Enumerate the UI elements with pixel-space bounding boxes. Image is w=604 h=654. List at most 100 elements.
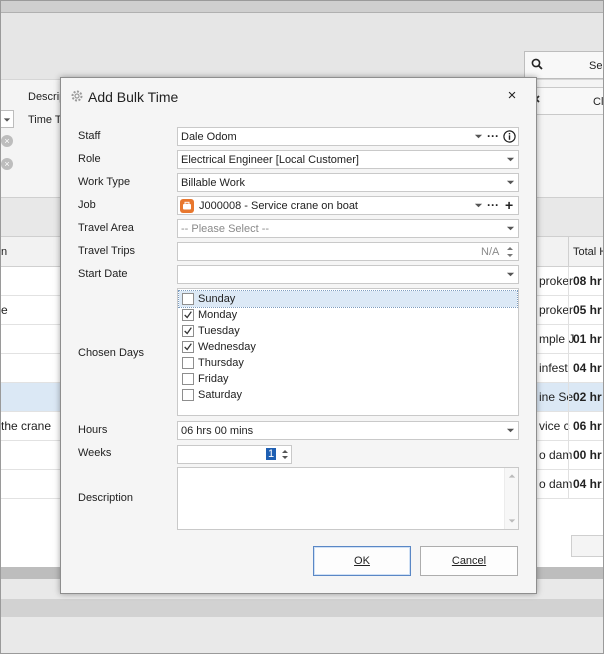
spinner-icon[interactable] xyxy=(279,446,291,463)
row-total-cell: 04 hr xyxy=(573,361,602,375)
chevron-down-icon[interactable] xyxy=(506,155,515,164)
sunday-checkbox[interactable] xyxy=(182,293,194,305)
row-total-cell: 01 hr xyxy=(573,332,602,346)
checkmark-icon xyxy=(184,311,192,319)
travel-trips-label: Travel Trips xyxy=(78,245,136,257)
day-label: Thursday xyxy=(198,357,244,369)
weeks-value[interactable]: 1 xyxy=(266,448,277,460)
job-dropdown[interactable]: J000008 - Service crane on boat ··· + xyxy=(177,196,519,215)
monday-checkbox[interactable] xyxy=(182,309,194,321)
checkmark-icon xyxy=(184,343,192,351)
row-mid-cell: vice c xyxy=(539,419,570,433)
role-dropdown[interactable]: Electrical Engineer [Local Customer] xyxy=(177,150,519,169)
staff-dropdown[interactable]: Dale Odom ··· xyxy=(177,127,519,146)
grid-header-cell: n xyxy=(1,246,8,258)
row-total-cell: 08 hr xyxy=(573,274,602,288)
description-scrollbar[interactable] xyxy=(504,468,518,529)
more-options-icon[interactable]: ··· xyxy=(487,198,499,212)
thursday-checkbox[interactable] xyxy=(182,357,194,369)
work-type-dropdown[interactable]: Billable Work xyxy=(177,173,519,192)
footer-band xyxy=(1,599,603,617)
description-label: Description xyxy=(78,492,134,504)
day-item-friday[interactable]: Friday xyxy=(179,371,517,387)
job-value: J000008 - Service crane on boat xyxy=(199,200,358,212)
search-button[interactable]: Sea xyxy=(524,51,603,79)
row-left-cell: the crane xyxy=(1,419,52,433)
close-button[interactable]: × xyxy=(501,86,523,106)
day-label: Friday xyxy=(198,373,229,385)
search-icon xyxy=(531,58,543,70)
add-icon[interactable]: + xyxy=(505,197,513,213)
row-total-cell: 05 hr xyxy=(573,303,602,317)
chosen-days-list: Sunday Monday Tuesday Wednesday Thursday… xyxy=(177,288,519,416)
description-textarea[interactable] xyxy=(177,467,519,530)
day-item-wednesday[interactable]: Wednesday xyxy=(179,339,517,355)
start-date-picker[interactable] xyxy=(177,265,519,284)
row-total-cell: 00 hr xyxy=(573,448,602,462)
weeks-stepper[interactable]: 1 xyxy=(177,445,292,464)
top-strip xyxy=(1,1,603,13)
travel-area-dropdown[interactable]: -- Please Select -- xyxy=(177,219,519,238)
travel-trips-stepper[interactable]: N/A xyxy=(177,242,519,261)
scroll-up-icon[interactable] xyxy=(508,472,516,480)
search-label: Sea xyxy=(589,60,603,72)
ok-button[interactable]: OK xyxy=(313,546,411,576)
filter-dropdown[interactable] xyxy=(1,110,14,128)
work-type-label: Work Type xyxy=(78,176,131,188)
clear-filter-icon[interactable]: × xyxy=(1,135,13,147)
day-item-tuesday[interactable]: Tuesday xyxy=(179,323,517,339)
chosen-days-label: Chosen Days xyxy=(78,347,145,359)
hours-dropdown[interactable]: 06 hrs 00 mins xyxy=(177,421,519,440)
day-item-thursday[interactable]: Thursday xyxy=(179,355,517,371)
day-label: Sunday xyxy=(198,293,236,305)
chevron-down-icon[interactable] xyxy=(506,224,515,233)
role-label: Role xyxy=(78,153,101,165)
header-bar xyxy=(1,13,603,79)
chevron-down-icon[interactable] xyxy=(506,270,515,279)
checkmark-icon xyxy=(184,327,192,335)
gear-icon xyxy=(71,90,83,102)
chevron-down-icon[interactable] xyxy=(474,132,483,141)
row-mid-cell: mple J xyxy=(539,332,575,346)
ok-label: OK xyxy=(354,555,370,567)
footer-button[interactable] xyxy=(571,535,603,557)
chevron-down-icon[interactable] xyxy=(506,178,515,187)
add-bulk-time-dialog: Add Bulk Time × Staff Dale Odom ··· Role… xyxy=(60,77,537,594)
job-icon xyxy=(180,199,194,213)
travel-area-label: Travel Area xyxy=(78,222,134,234)
spinner-icon[interactable] xyxy=(505,244,515,260)
dialog-title: Add Bulk Time xyxy=(88,89,179,105)
job-label: Job xyxy=(78,199,96,211)
row-left-cell: e xyxy=(1,303,8,317)
day-item-monday[interactable]: Monday xyxy=(179,307,517,323)
day-item-sunday[interactable]: Sunday xyxy=(178,290,518,308)
travel-trips-value: N/A xyxy=(481,246,500,258)
travel-area-placeholder: -- Please Select -- xyxy=(181,223,270,235)
clear-filter-icon[interactable]: × xyxy=(1,158,13,170)
day-label: Wednesday xyxy=(198,341,256,353)
day-label: Saturday xyxy=(198,389,243,401)
friday-checkbox[interactable] xyxy=(182,373,194,385)
clear-button[interactable]: Cl xyxy=(535,87,604,115)
tuesday-checkbox[interactable] xyxy=(182,325,194,337)
more-options-icon[interactable]: ··· xyxy=(487,129,499,143)
chevron-down-icon[interactable] xyxy=(506,426,515,435)
work-type-value: Billable Work xyxy=(181,177,245,189)
day-label: Monday xyxy=(198,309,238,321)
staff-value: Dale Odom xyxy=(181,131,237,143)
info-icon[interactable] xyxy=(503,130,516,143)
clear-label: Cl xyxy=(593,96,604,108)
dialog-titlebar: Add Bulk Time × xyxy=(61,78,536,114)
row-total-cell: 04 hr xyxy=(573,477,602,491)
wednesday-checkbox[interactable] xyxy=(182,341,194,353)
staff-label: Staff xyxy=(78,130,101,142)
saturday-checkbox[interactable] xyxy=(182,389,194,401)
hours-label: Hours xyxy=(78,424,108,436)
day-item-saturday[interactable]: Saturday xyxy=(179,387,517,403)
hours-value: 06 hrs 00 mins xyxy=(181,425,254,437)
grid-header-total: Total H xyxy=(573,246,604,258)
scroll-down-icon[interactable] xyxy=(508,517,516,525)
cancel-button[interactable]: Cancel xyxy=(420,546,518,576)
cancel-label: Cancel xyxy=(451,555,487,567)
chevron-down-icon[interactable] xyxy=(474,201,483,210)
